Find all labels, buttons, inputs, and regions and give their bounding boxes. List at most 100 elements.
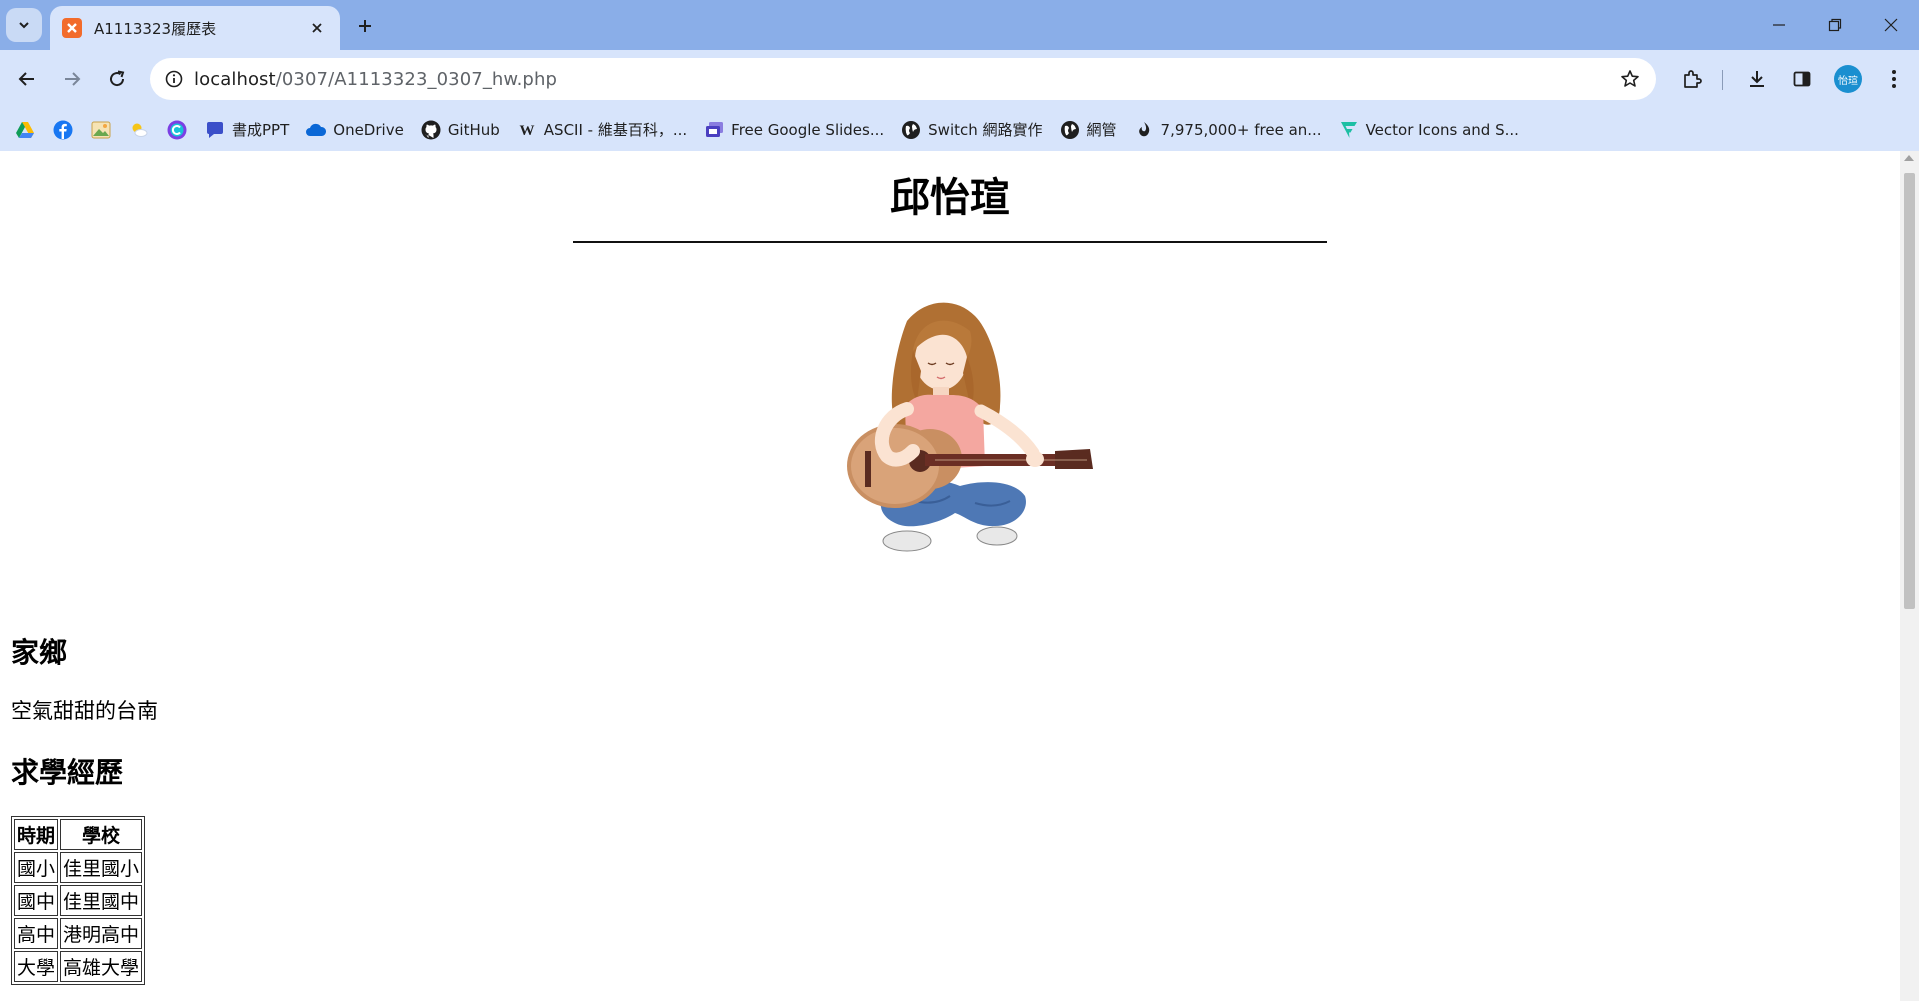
svg-text:W: W — [519, 123, 534, 138]
bookmark-github[interactable]: GitHub — [420, 115, 500, 145]
chevron-down-icon — [19, 22, 29, 29]
bookmark-google-drive[interactable] — [14, 115, 36, 145]
back-button[interactable] — [10, 62, 44, 96]
bookmark-label: 網管 — [1086, 121, 1117, 139]
weather-icon — [128, 119, 150, 141]
globe-icon — [1059, 119, 1081, 141]
bookmark-network-admin[interactable]: 網管 — [1059, 115, 1117, 145]
column-header-period: 時期 — [14, 819, 59, 850]
canva-icon — [166, 119, 188, 141]
side-panel-button[interactable] — [1785, 62, 1819, 96]
table-row: 國中 佳里國中 — [14, 885, 143, 916]
school-cell: 港明高中 — [60, 918, 143, 949]
bookmark-switch[interactable]: Switch 網路實作 — [900, 115, 1043, 145]
new-tab-button[interactable] — [350, 11, 380, 41]
vertical-scrollbar[interactable] — [1900, 151, 1919, 1001]
extensions-button[interactable] — [1675, 62, 1709, 96]
arrow-right-icon — [65, 72, 81, 86]
chat-bubble-icon — [204, 119, 226, 141]
bookmark-wikipedia[interactable]: W ASCII - 維基百科，... — [516, 115, 687, 145]
puzzle-icon — [1684, 70, 1702, 88]
bookmark-label: Free Google Slides... — [731, 120, 885, 139]
period-cell: 國中 — [14, 885, 59, 916]
browser-toolbar: localhost/0307/A1113323_0307_hw.php 怡瑄 — [0, 50, 1919, 108]
table-row: 大學 高雄大學 — [14, 951, 143, 982]
close-icon — [1884, 18, 1898, 32]
profile-avatar[interactable]: 怡瑄 — [1834, 65, 1862, 93]
bookmark-canva[interactable] — [166, 115, 188, 145]
tab-strip: A1113323履歷表 — [0, 0, 1919, 50]
scroll-thumb[interactable] — [1904, 173, 1915, 609]
bookmark-label: GitHub — [447, 120, 500, 139]
flaticon-icon — [1338, 119, 1360, 141]
facebook-icon — [52, 119, 74, 141]
period-cell: 國小 — [14, 852, 59, 883]
bookmark-photos[interactable] — [90, 115, 112, 145]
active-tab[interactable]: A1113323履歷表 — [50, 6, 340, 50]
xampp-favicon-icon — [62, 18, 82, 38]
site-info-button[interactable] — [154, 58, 194, 100]
tab-close-button[interactable] — [306, 17, 328, 39]
menu-button[interactable] — [1877, 62, 1911, 96]
url-path: /0307/A1113323_0307_hw.php — [275, 68, 557, 90]
info-icon — [165, 70, 183, 88]
forward-button[interactable] — [55, 62, 89, 96]
photos-icon — [90, 119, 112, 141]
tab-search-button[interactable] — [6, 8, 42, 42]
downloads-button[interactable] — [1740, 62, 1774, 96]
school-cell: 佳里國小 — [60, 852, 143, 883]
restore-button[interactable] — [1807, 0, 1863, 50]
slides-icon — [703, 119, 725, 141]
bookmark-freepik[interactable]: 7,975,000+ free an... — [1133, 115, 1322, 145]
reload-icon — [110, 70, 125, 87]
close-window-button[interactable] — [1863, 0, 1919, 50]
star-icon — [1621, 70, 1639, 87]
url-text: localhost/0307/A1113323_0307_hw.php — [194, 69, 1610, 90]
minimize-button[interactable] — [1751, 0, 1807, 50]
close-icon — [312, 23, 322, 33]
table-row: 國小 佳里國小 — [14, 852, 143, 883]
window-controls — [1751, 0, 1919, 50]
bookmark-book-ppt[interactable]: 書成PPT — [204, 115, 289, 145]
minimize-icon — [1773, 24, 1785, 26]
scroll-up-arrow-icon[interactable] — [1904, 155, 1914, 161]
period-cell: 大學 — [14, 951, 59, 982]
arrow-left-icon — [18, 72, 34, 86]
plus-icon — [359, 20, 371, 32]
school-cell: 佳里國中 — [60, 885, 143, 916]
bookmark-star-button[interactable] — [1610, 58, 1650, 100]
github-icon — [420, 119, 442, 141]
bookmark-flaticon[interactable]: Vector Icons and S... — [1338, 115, 1519, 145]
hometown-heading: 家鄉 — [11, 636, 68, 669]
bookmark-label: Switch 網路實作 — [928, 121, 1043, 139]
school-cell: 高雄大學 — [60, 951, 143, 982]
bookmark-onedrive[interactable]: OneDrive — [305, 115, 404, 145]
bookmark-google-slides[interactable]: Free Google Slides... — [703, 115, 884, 145]
hometown-text: 空氣甜甜的台南 — [11, 699, 158, 723]
table-row: 高中 港明高中 — [14, 918, 143, 949]
toolbar-divider — [1722, 70, 1723, 90]
restore-icon — [1828, 18, 1842, 32]
education-heading: 求學經歷 — [11, 756, 124, 789]
bookmark-label: 7,975,000+ free an... — [1160, 120, 1322, 139]
period-cell: 高中 — [14, 918, 59, 949]
bookmark-label: OneDrive — [333, 120, 404, 139]
bookmark-weather[interactable] — [128, 115, 150, 145]
tab-title: A1113323履歷表 — [94, 19, 217, 38]
side-panel-icon — [1793, 71, 1811, 87]
title-divider — [573, 241, 1327, 243]
bookmark-facebook[interactable] — [52, 115, 74, 145]
globe-icon — [900, 119, 922, 141]
google-drive-icon — [14, 119, 36, 141]
url-host: localhost — [194, 68, 276, 90]
portrait-illustration — [847, 302, 1093, 552]
table-header-row: 時期 學校 — [14, 819, 143, 850]
column-header-school: 學校 — [60, 819, 143, 850]
download-icon — [1750, 71, 1764, 87]
reload-button[interactable] — [100, 62, 134, 96]
page-viewport: 邱怡瑄 家鄉 空氣甜甜的台南 求學經歷 時期 學校 國小 佳里國小 國中 佳里國… — [0, 151, 1900, 1001]
education-table: 時期 學校 國小 佳里國小 國中 佳里國中 高中 港明高中 大學 高雄大學 — [11, 816, 146, 985]
onedrive-icon — [305, 119, 327, 141]
bookmark-label: Vector Icons and S... — [1365, 120, 1519, 139]
address-bar[interactable]: localhost/0307/A1113323_0307_hw.php — [150, 58, 1656, 100]
